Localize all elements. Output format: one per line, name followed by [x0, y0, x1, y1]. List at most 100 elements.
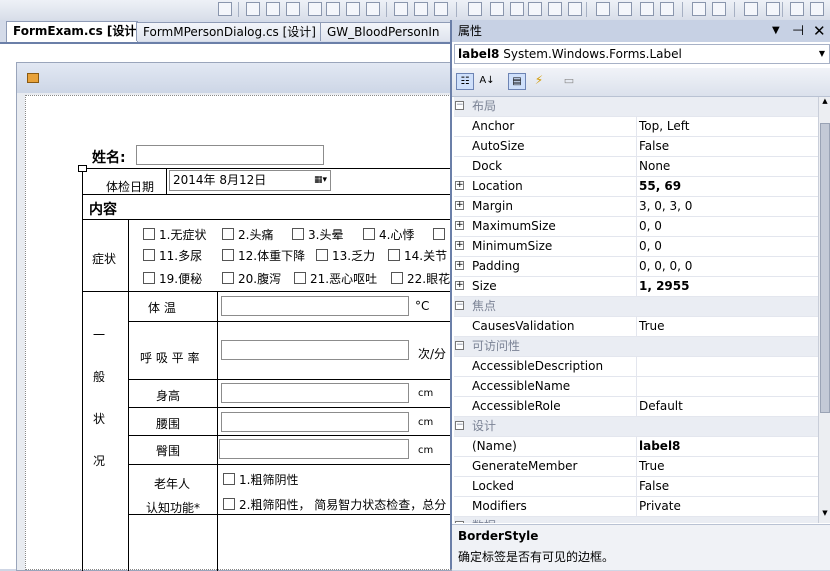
waist-input[interactable]	[221, 412, 409, 432]
property-row[interactable]: Locked False	[454, 477, 818, 497]
property-row[interactable]: AccessibleRole Default	[454, 397, 818, 417]
symptom-checkbox[interactable]	[433, 228, 445, 240]
property-value[interactable]: False	[637, 477, 818, 496]
form-window[interactable]: 姓名: 体检日期 2014年 8月12日 ▦▾ 内容 症状 1.无症状 2.头痛…	[16, 62, 452, 571]
layout-tool-icon[interactable]	[510, 2, 524, 16]
symptom-checkbox[interactable]	[143, 249, 155, 261]
expand-icon[interactable]: +	[455, 181, 464, 190]
symptom-checkbox[interactable]	[143, 228, 155, 240]
expand-icon[interactable]: +	[455, 221, 464, 230]
property-value[interactable]: None	[637, 157, 818, 176]
property-value[interactable]: Top, Left	[637, 117, 818, 136]
cognition-checkbox[interactable]	[223, 498, 235, 510]
property-value[interactable]: 3, 0, 3, 0	[637, 197, 818, 216]
layout-tool-icon[interactable]	[468, 2, 482, 16]
expand-icon[interactable]: +	[455, 261, 464, 270]
property-category[interactable]: − 设计	[454, 417, 818, 437]
alphabetical-icon[interactable]: A↓	[478, 73, 496, 90]
property-row[interactable]: Dock None	[454, 157, 818, 177]
collapse-icon[interactable]: −	[455, 521, 464, 523]
categorized-icon[interactable]: ☷	[456, 73, 474, 90]
property-value[interactable]: Private	[637, 497, 818, 516]
property-value[interactable]: 55, 69	[637, 177, 818, 196]
layout-tool-icon[interactable]	[548, 2, 562, 16]
property-grid-scrollbar[interactable]: ▲ ▼	[818, 97, 830, 523]
symptom-checkbox[interactable]	[222, 272, 234, 284]
property-row[interactable]: AccessibleDescription	[454, 357, 818, 377]
tab-formexam[interactable]: FormExam.cs [设计]	[6, 21, 138, 42]
layout-tool-icon[interactable]	[366, 2, 380, 16]
property-category[interactable]: − 焦点	[454, 297, 818, 317]
symptom-checkbox[interactable]	[391, 272, 403, 284]
events-icon[interactable]: ⚡	[530, 73, 548, 90]
dropdown-arrow-icon[interactable]: ▼	[772, 20, 780, 42]
property-value[interactable]: 0, 0, 0, 0	[637, 257, 818, 276]
property-row[interactable]: + Size 1, 2955	[454, 277, 818, 297]
breath-input[interactable]	[221, 340, 409, 360]
layout-tool-icon[interactable]	[640, 2, 654, 16]
expand-icon[interactable]: +	[455, 241, 464, 250]
symptom-checkbox[interactable]	[292, 228, 304, 240]
property-value[interactable]: True	[637, 317, 818, 336]
layout-tool-icon[interactable]	[246, 2, 260, 16]
property-value[interactable]: 0, 0	[637, 237, 818, 256]
temperature-input[interactable]	[221, 296, 409, 316]
tab-gwblood[interactable]: GW_BloodPersonIn	[320, 22, 458, 41]
pin-icon[interactable]: ⊣	[792, 20, 804, 42]
symptom-checkbox[interactable]	[294, 272, 306, 284]
layout-tool-icon[interactable]	[286, 2, 300, 16]
layout-tool-icon[interactable]	[810, 2, 824, 16]
property-row[interactable]: (Name) label8	[454, 437, 818, 457]
cognition-checkbox[interactable]	[223, 473, 235, 485]
layout-tool-icon[interactable]	[308, 2, 322, 16]
collapse-icon[interactable]: −	[455, 341, 464, 350]
property-row[interactable]: + Margin 3, 0, 3, 0	[454, 197, 818, 217]
property-row[interactable]: + Location 55, 69	[454, 177, 818, 197]
scroll-thumb[interactable]	[820, 123, 830, 413]
property-row[interactable]: AutoSize False	[454, 137, 818, 157]
layout-tool-icon[interactable]	[326, 2, 340, 16]
property-row[interactable]: + Padding 0, 0, 0, 0	[454, 257, 818, 277]
layout-tool-icon[interactable]	[618, 2, 632, 16]
symptom-checkbox[interactable]	[388, 249, 400, 261]
property-value[interactable]: 0, 0	[637, 217, 818, 236]
property-category[interactable]: − 布局	[454, 97, 818, 117]
layout-tool-icon[interactable]	[692, 2, 706, 16]
layout-tool-icon[interactable]	[712, 2, 726, 16]
property-value[interactable]: False	[637, 137, 818, 156]
property-row[interactable]: AccessibleName	[454, 377, 818, 397]
layout-tool-icon[interactable]	[434, 2, 448, 16]
collapse-icon[interactable]: −	[455, 421, 464, 430]
symptom-checkbox[interactable]	[143, 272, 155, 284]
layout-tool-icon[interactable]	[528, 2, 542, 16]
property-row[interactable]: + MinimumSize 0, 0	[454, 237, 818, 257]
property-category[interactable]: − 可访问性	[454, 337, 818, 357]
scroll-up-icon[interactable]: ▲	[820, 97, 830, 109]
height-input[interactable]	[221, 383, 409, 403]
layout-tool-icon[interactable]	[490, 2, 504, 16]
property-value[interactable]: 1, 2955	[637, 277, 818, 296]
symptom-checkbox[interactable]	[316, 249, 328, 261]
selected-label-handle[interactable]	[78, 165, 87, 172]
collapse-icon[interactable]: −	[455, 101, 464, 110]
layout-tool-icon[interactable]	[218, 2, 232, 16]
property-row[interactable]: + MaximumSize 0, 0	[454, 217, 818, 237]
property-row[interactable]: CausesValidation True	[454, 317, 818, 337]
layout-tool-icon[interactable]	[766, 2, 780, 16]
property-row[interactable]: GenerateMember True	[454, 457, 818, 477]
name-input[interactable]	[136, 145, 324, 165]
layout-tool-icon[interactable]	[596, 2, 610, 16]
layout-tool-icon[interactable]	[660, 2, 674, 16]
layout-tool-icon[interactable]	[790, 2, 804, 16]
collapse-icon[interactable]: −	[455, 301, 464, 310]
symptom-checkbox[interactable]	[222, 249, 234, 261]
expand-icon[interactable]: +	[455, 281, 464, 290]
symptom-checkbox[interactable]	[222, 228, 234, 240]
hip-input[interactable]	[219, 439, 409, 459]
layout-tool-icon[interactable]	[568, 2, 582, 16]
properties-view-icon[interactable]: ▤	[508, 73, 526, 90]
layout-tool-icon[interactable]	[744, 2, 758, 16]
close-icon[interactable]: ✕	[813, 20, 826, 42]
tab-formmperson[interactable]: FormMPersonDialog.cs [设计]	[136, 22, 322, 41]
property-pages-icon[interactable]: ▭	[560, 73, 578, 90]
